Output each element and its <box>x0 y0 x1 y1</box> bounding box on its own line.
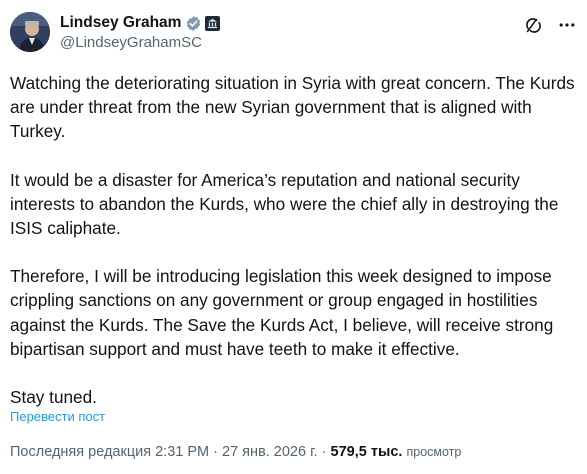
author-handle[interactable]: @LindseyGrahamSC <box>60 34 220 51</box>
tweet-paragraph: It would be a disaster for America’s rep… <box>10 169 559 239</box>
tweet-header: Lindsey Graham @LindseyGrahamSC <box>10 11 577 57</box>
tweet-paragraph: Stay tuned. <box>10 387 97 408</box>
views-label: просмотр <box>406 445 462 459</box>
more-icon[interactable] <box>557 15 577 35</box>
meta-separator: · <box>321 444 327 460</box>
author-names: Lindsey Graham @LindseyGrahamSC <box>60 13 221 51</box>
tweet-time[interactable]: 2:31 PM <box>155 444 209 460</box>
translate-post-link[interactable]: Перевести пост <box>10 409 105 424</box>
grok-icon[interactable] <box>523 15 543 35</box>
verified-badge-icon[interactable] <box>185 15 202 32</box>
tweet-date[interactable]: 27 янв. 2026 г. <box>222 444 318 460</box>
tweet-paragraph: Therefore, I will be introducing legisla… <box>10 266 554 359</box>
tweet-card: Lindsey Graham @LindseyGrahamSC Watching… <box>0 0 587 474</box>
views-count[interactable]: 579,5 тыс. <box>331 444 403 460</box>
meta-separator: · <box>213 444 218 460</box>
edited-label[interactable]: Последняя редакция <box>10 444 151 460</box>
tweet-text: Watching the deteriorating situation in … <box>10 71 580 409</box>
display-name-row: Lindsey Graham <box>60 13 221 33</box>
tweet-paragraph: Watching the deteriorating situation in … <box>10 73 575 142</box>
avatar[interactable] <box>10 12 50 52</box>
government-badge-icon[interactable] <box>205 15 221 31</box>
author-display-name[interactable]: Lindsey Graham <box>60 14 181 32</box>
tweet-meta: Последняя редакция 2:31 PM · 27 янв. 202… <box>10 444 461 460</box>
header-actions <box>523 15 577 35</box>
